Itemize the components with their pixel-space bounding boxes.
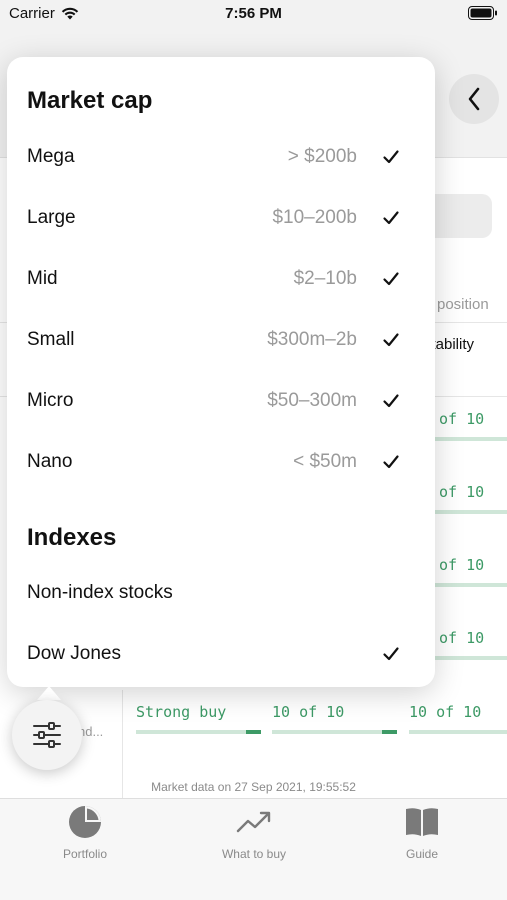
book-icon bbox=[406, 808, 438, 836]
rating-bar bbox=[432, 437, 507, 441]
rating-text: Strong buy bbox=[136, 703, 227, 721]
rating-score: 10 of 10 bbox=[409, 703, 482, 721]
option-range: $300m–2b bbox=[267, 329, 357, 350]
market-cap-option-mega[interactable]: Mega > $200b bbox=[7, 136, 435, 180]
checkmark-icon bbox=[383, 333, 399, 347]
index-option-dow-jones[interactable]: Dow Jones bbox=[7, 633, 435, 677]
option-label: Small bbox=[27, 329, 75, 350]
column-header-position[interactable]: position bbox=[437, 296, 489, 313]
rating-score: of 10 bbox=[439, 556, 485, 574]
rating-bar bbox=[136, 730, 261, 734]
market-cap-option-mid[interactable]: Mid $2–10b bbox=[7, 258, 435, 302]
rating-score: 10 of 10 bbox=[272, 703, 345, 721]
checkmark-icon bbox=[383, 272, 399, 286]
rating-bar bbox=[272, 730, 397, 734]
rating-bar bbox=[432, 656, 507, 660]
popup-pointer bbox=[37, 686, 61, 700]
filter-popup: Market cap Mega > $200b Large $10–200b M… bbox=[7, 57, 435, 687]
tab-label: What to buy bbox=[221, 847, 287, 861]
checkmark-icon bbox=[383, 211, 399, 225]
clock: 7:56 PM bbox=[225, 5, 282, 22]
tab-portfolio[interactable]: Portfolio bbox=[25, 805, 145, 861]
checkmark-icon bbox=[383, 455, 399, 469]
sliders-icon bbox=[33, 722, 61, 748]
rating-bar-fill bbox=[246, 730, 261, 734]
back-button[interactable] bbox=[449, 74, 499, 124]
option-label: Nano bbox=[27, 451, 73, 472]
tab-label: Guide bbox=[405, 847, 439, 861]
index-option-non-index-stocks[interactable]: Non-index stocks bbox=[7, 572, 435, 616]
trend-up-icon bbox=[236, 811, 271, 833]
rating-bar bbox=[432, 510, 507, 514]
tab-label: Portfolio bbox=[62, 847, 108, 861]
option-label: Micro bbox=[27, 390, 74, 411]
rating-score: of 10 bbox=[439, 483, 485, 501]
indexes-title: Indexes bbox=[27, 524, 117, 551]
checkmark-icon bbox=[383, 150, 399, 164]
market-cap-option-large[interactable]: Large $10–200b bbox=[7, 197, 435, 241]
market-cap-option-small[interactable]: Small $300m–2b bbox=[7, 319, 435, 363]
rating-score: of 10 bbox=[439, 410, 485, 428]
checkmark-icon bbox=[383, 394, 399, 408]
option-label: Dow Jones bbox=[27, 643, 121, 664]
rating-bar-fill bbox=[382, 730, 397, 734]
option-label: Non-index stocks bbox=[27, 582, 173, 603]
market-cap-option-micro[interactable]: Micro $50–300m bbox=[7, 380, 435, 424]
tab-what-to-buy[interactable]: What to buy bbox=[194, 805, 314, 861]
option-range: < $50m bbox=[293, 451, 357, 472]
status-bar: Carrier 7:56 PM bbox=[0, 0, 507, 30]
tab-guide[interactable]: Guide bbox=[362, 805, 482, 861]
checkmark-icon bbox=[383, 647, 399, 661]
option-range: $50–300m bbox=[267, 390, 357, 411]
pie-chart-icon bbox=[69, 806, 101, 838]
option-label: Large bbox=[27, 207, 76, 228]
chevron-left-icon bbox=[468, 87, 480, 111]
market-data-timestamp: Market data on 27 Sep 2021, 19:55:52 bbox=[151, 780, 356, 794]
battery-icon bbox=[468, 6, 497, 20]
market-cap-title: Market cap bbox=[27, 87, 153, 114]
rating-bar bbox=[409, 730, 507, 734]
option-range: > $200b bbox=[287, 146, 357, 167]
option-label: Mega bbox=[27, 146, 75, 167]
option-range: $10–200b bbox=[272, 207, 357, 228]
market-cap-option-nano[interactable]: Nano < $50m bbox=[7, 441, 435, 485]
rating-score: of 10 bbox=[439, 629, 485, 647]
tab-bar: Portfolio What to buy Guide bbox=[0, 798, 507, 900]
option-range: $2–10b bbox=[293, 268, 357, 289]
rating-bar bbox=[432, 583, 507, 587]
filter-button[interactable] bbox=[12, 700, 82, 770]
option-label: Mid bbox=[27, 268, 58, 289]
